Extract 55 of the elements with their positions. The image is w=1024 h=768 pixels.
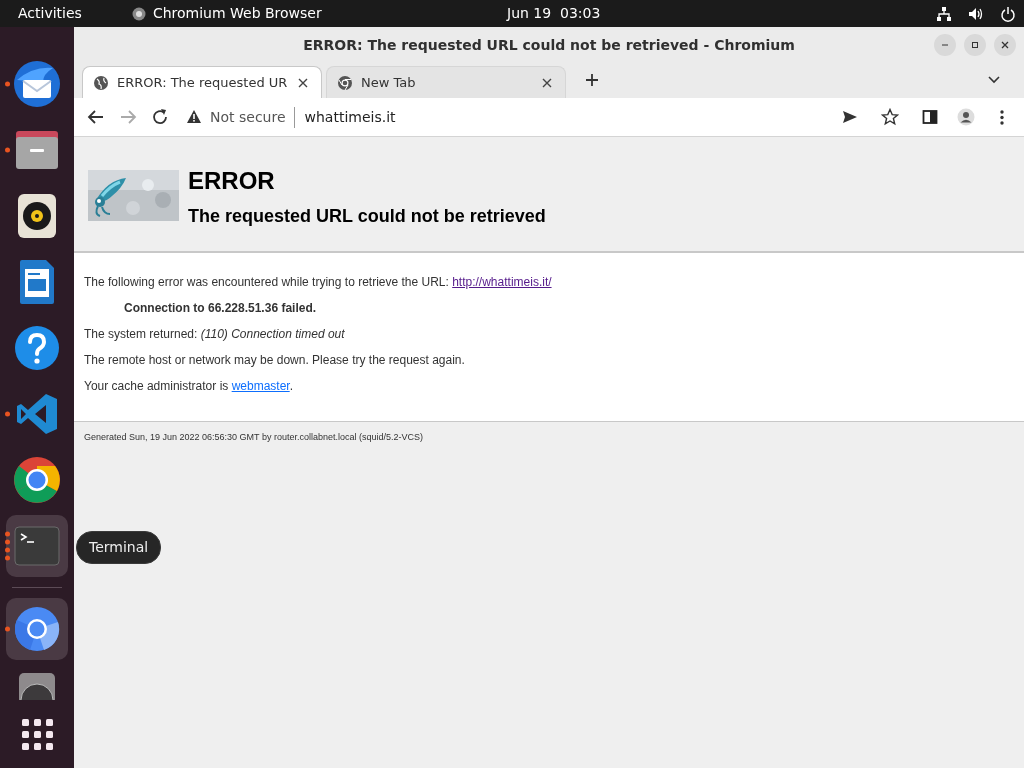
tab-title: ERROR: The requested UR — [117, 73, 288, 92]
chevron-down-icon — [988, 76, 1000, 84]
error-heading: ERROR — [188, 169, 276, 193]
advice-text: The remote host or network may be down. Please try the request again. — [84, 353, 466, 367]
tab-title: New Tab — [361, 73, 417, 92]
more-icon — [1000, 109, 1004, 125]
browser-icon — [337, 74, 353, 91]
security-indicator[interactable]: Not secure — [210, 106, 295, 128]
network-icon — [936, 5, 952, 22]
error-subheading: The requested URL could not be retrieved — [188, 206, 546, 228]
connection-error: Connection to 66.228.51.36 failed. — [123, 301, 318, 315]
arrow-left-icon — [87, 108, 105, 126]
envelope-icon — [13, 60, 61, 108]
star-icon — [881, 108, 899, 126]
address-field[interactable]: whattimeis.it — [304, 106, 396, 128]
side-panel-icon — [921, 108, 939, 126]
code-editor-icon — [15, 392, 59, 436]
terminal-icon — [14, 526, 60, 566]
browser-tab[interactable]: ERROR: The requested UR — [82, 66, 322, 98]
arrow-right-icon — [119, 108, 137, 126]
send-icon — [841, 108, 859, 126]
maximize-button[interactable] — [964, 34, 986, 56]
minimize-button[interactable] — [934, 34, 956, 56]
close-icon — [542, 77, 552, 88]
browser-icon — [13, 456, 61, 504]
avatar-icon — [957, 108, 975, 126]
system-message: The system returned: (110) Connection timed out — [84, 327, 346, 341]
close-button[interactable] — [994, 34, 1016, 56]
app-grid-icon — [21, 718, 53, 750]
browser-icon — [131, 6, 146, 21]
document-icon — [18, 259, 56, 305]
activities-button[interactable]: Activities — [18, 3, 82, 24]
close-icon — [999, 39, 1011, 51]
clock[interactable]: Jun 19 03:03 — [507, 3, 601, 24]
browser-icon — [14, 606, 60, 652]
folder-icon — [14, 129, 60, 171]
close-icon — [298, 77, 309, 88]
webmaster-link[interactable]: webmaster — [231, 379, 290, 393]
footer-text: Generated Sun, 19 Jun 2022 06:56:30 GMT by router.collabnet.local (squid/5.2-VCS) — [83, 431, 425, 444]
reload-icon — [151, 108, 169, 126]
tooltip: Terminal — [76, 531, 162, 564]
plus-icon — [585, 73, 599, 87]
speaker-icon — [17, 193, 57, 239]
app-menu-button[interactable]: Chromium Web Browser — [152, 3, 322, 24]
warning-icon — [186, 109, 202, 125]
maximize-icon — [969, 39, 981, 51]
window-title: ERROR: The requested URL could not be retrieved - Chromium — [303, 35, 795, 55]
power-icon — [1000, 5, 1016, 22]
url-link[interactable]: http://whattimeis.it/ — [452, 275, 552, 289]
dock-app-button[interactable] — [6, 598, 68, 660]
browser-tab[interactable]: New Tab — [326, 66, 566, 98]
help-icon — [14, 325, 60, 371]
error-description: The following error was encountered while trying to retrieve the URL: http://whattimeis.it/ — [84, 275, 553, 289]
admin-text: Your cache administrator is webmaster. — [84, 379, 294, 393]
globe-icon — [93, 74, 109, 91]
